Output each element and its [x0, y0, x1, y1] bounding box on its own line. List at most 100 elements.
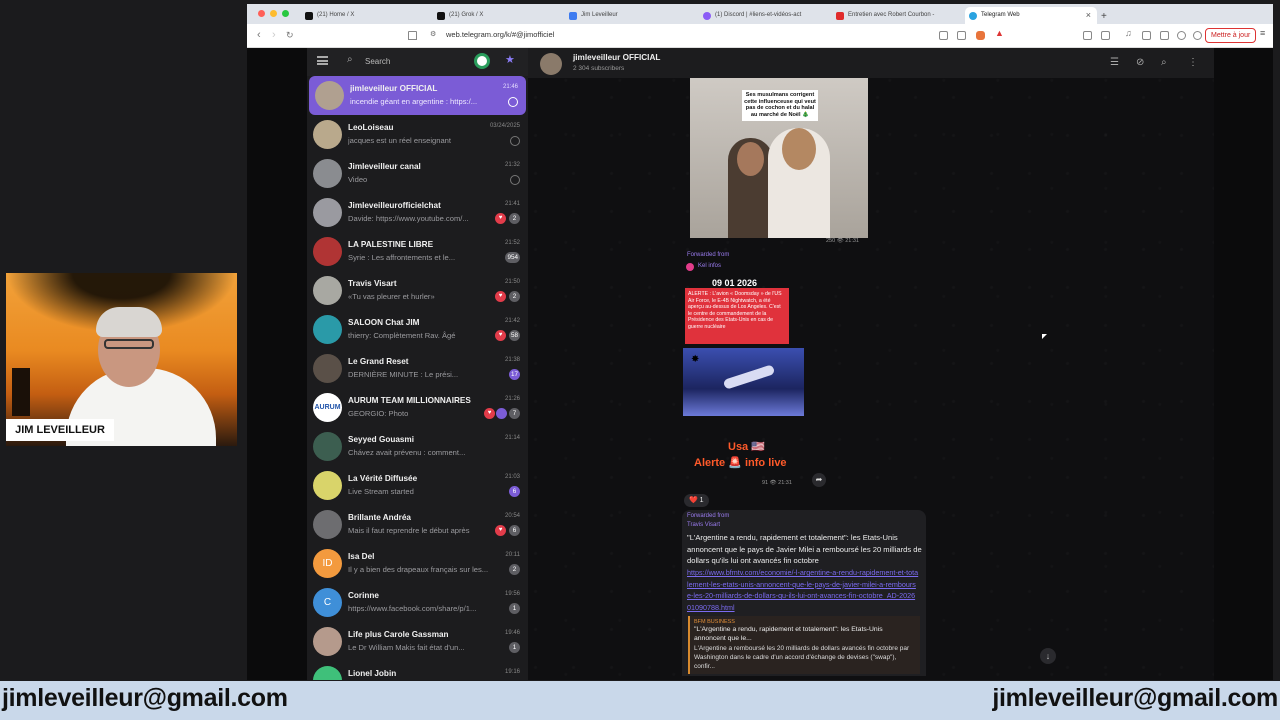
chat-item[interactable]: Seyyed Gouasmi Chávez avait prévenu : co… — [307, 427, 528, 466]
page-icon — [569, 12, 577, 20]
chat-item[interactable]: LA PALESTINE LIBRE Syrie : Les affrontem… — [307, 232, 528, 271]
chat-item[interactable]: Life plus Carole Gassman Le Dr William M… — [307, 622, 528, 661]
chat-item[interactable]: SALOON Chat JIM thierry: Complètement Ra… — [307, 310, 528, 349]
bookmark-icon[interactable] — [408, 31, 417, 40]
forwarded-source[interactable]: Kel infos — [698, 263, 721, 269]
unread-badge: 954 — [505, 252, 520, 263]
vpn-icon[interactable] — [1177, 31, 1186, 40]
avatar: ID — [313, 549, 342, 578]
mute-icon[interactable]: ⊘ — [1136, 57, 1144, 68]
cast-icon[interactable] — [939, 31, 948, 40]
share-page-icon[interactable] — [957, 31, 966, 40]
site-info-icon[interactable]: ⚙ — [430, 30, 439, 39]
chat-name: AURUM TEAM MILLIONNAIRES — [348, 396, 471, 405]
chat-item[interactable]: LeoLoiseau jacques est un réel enseignan… — [307, 115, 528, 154]
chat-time: 21:14 — [504, 435, 520, 441]
media-photo[interactable]: Ses musulmans corrigent cette influenceu… — [690, 78, 868, 238]
star-icon[interactable]: ★ — [505, 53, 515, 66]
chat-name: Travis Visart — [348, 279, 397, 288]
heart-icon: ♥ — [495, 213, 506, 224]
unread-badge: 6 — [509, 486, 520, 497]
chat-preview: Mais il faut reprendre le début après — [348, 526, 470, 535]
wallet-icon[interactable] — [1101, 31, 1110, 40]
reaction-chip[interactable]: ❤️ 1 — [684, 494, 709, 507]
avatar — [313, 510, 342, 539]
reader-icon[interactable] — [1142, 31, 1151, 40]
brave-rewards-icon[interactable]: ▲ — [995, 28, 1004, 38]
chat-item[interactable]: Brillante Andréa Mais il faut reprendre … — [307, 505, 528, 544]
chat-name: LA PALESTINE LIBRE — [348, 240, 434, 249]
chat-preview: DERNIÈRE MINUTE : Le prési... — [348, 370, 459, 379]
tab-telegram[interactable]: Telegram Web × — [965, 7, 1097, 24]
chat-item[interactable]: La Vérité Diffusée Live Stream started 2… — [307, 466, 528, 505]
chat-item[interactable]: Lionel Jobin 19:16 — [307, 661, 528, 680]
more-options-icon[interactable]: ⋮ — [1188, 57, 1198, 68]
story-icon[interactable] — [474, 53, 490, 69]
tab-grok[interactable]: (21) Grok / X — [433, 7, 565, 24]
forwarded-label: Forwarded from — [687, 252, 730, 258]
maximize-window-icon[interactable] — [282, 10, 289, 17]
chat-item[interactable]: Le Grand Reset DERNIÈRE MINUTE : Le prés… — [307, 349, 528, 388]
address-bar-row: ‹ › ↻ ⚙ web.telegram.org/k/#@jimofficiel… — [247, 24, 1273, 48]
preview-description: L'Argentine a remboursé les 20 milliards… — [694, 645, 910, 670]
usa-label: Usa 🇺🇸 — [728, 441, 765, 453]
search-icon[interactable]: ⌕ — [347, 54, 353, 65]
photo-person — [737, 142, 764, 176]
hamburger-menu-icon[interactable] — [317, 56, 328, 65]
tab-youtube[interactable]: Entretien avec Robert Courbon - — [832, 7, 964, 24]
tab-x-home[interactable]: (21) Home / X — [301, 7, 433, 24]
extension-icon[interactable] — [1083, 31, 1092, 40]
chat-preview: Syrie : Les affrontements et le... — [348, 253, 456, 262]
chat-header[interactable]: jimleveilleur OFFICIAL 2 304 subscribers… — [528, 48, 1214, 78]
url-field[interactable]: web.telegram.org/k/#@jimofficiel — [446, 30, 554, 39]
chat-name: Le Grand Reset — [348, 357, 409, 366]
menu-icon[interactable]: ≡ — [1260, 28, 1269, 38]
sidebar-icon[interactable] — [1160, 31, 1169, 40]
alert-text: ALERTE : L'avion « Doomsday » de l'US Ai… — [685, 288, 789, 344]
back-icon[interactable]: ‹ — [257, 29, 261, 41]
forward-icon[interactable]: › — [272, 29, 276, 41]
avatar — [313, 666, 342, 680]
tab-discord[interactable]: (1) Discord | #liens-et-vidéos-act — [699, 7, 831, 24]
reload-icon[interactable]: ↻ — [286, 30, 294, 41]
forwarded-source[interactable]: Travis Visart — [687, 522, 720, 528]
chat-time: 19:16 — [504, 669, 520, 675]
chat-item[interactable]: ID Isa Del Il y a bien des drapeaux fran… — [307, 544, 528, 583]
tab-label: Jim Leveilleur — [581, 12, 618, 18]
profile-icon[interactable] — [1193, 31, 1202, 40]
search-icon[interactable]: ⌕ — [1161, 57, 1167, 68]
message-link[interactable]: https://www.bfmtv.com/economie/-l-argent… — [687, 567, 919, 613]
chat-name: La Vérité Diffusée — [348, 474, 418, 483]
scroll-down-icon[interactable]: ↓ — [1040, 648, 1056, 664]
discussion-icon[interactable]: ☰ — [1110, 57, 1119, 68]
chat-item[interactable]: Travis Visart «Tu vas pleurer et hurler»… — [307, 271, 528, 310]
close-tab-icon[interactable]: × — [1086, 10, 1091, 20]
music-icon[interactable]: ♫ — [1125, 28, 1134, 38]
avatar — [313, 354, 342, 383]
close-window-icon[interactable] — [258, 10, 265, 17]
tab-jim-leveilleur[interactable]: Jim Leveilleur — [565, 7, 699, 24]
minimize-window-icon[interactable] — [270, 10, 277, 17]
link-preview[interactable]: BFM BUSINESS "L'Argentine a rendu, rapid… — [688, 616, 920, 674]
glasses-icon — [104, 339, 154, 349]
alert-live-label: Alerte 🚨 info live — [694, 457, 787, 469]
chat-item[interactable]: Jimleveilleurofficielchat Davide: https:… — [307, 193, 528, 232]
update-button[interactable]: Mettre à jour — [1205, 28, 1257, 43]
chat-item[interactable]: C Corinne https://www.facebook.com/share… — [307, 583, 528, 622]
channel-avatar[interactable] — [540, 53, 562, 75]
forward-share-icon[interactable]: ➦ — [812, 473, 826, 487]
chat-preview: incendie géant en argentine : https:/... — [350, 97, 478, 106]
chat-preview: https://www.facebook.com/share/p/1... — [348, 604, 477, 613]
media-video-thumbnail[interactable]: ✸ — [683, 348, 804, 416]
brave-shield-icon[interactable] — [976, 31, 985, 40]
new-tab-button[interactable]: + — [1097, 6, 1117, 23]
avatar — [313, 276, 342, 305]
preview-title: "L'Argentine a rendu, rapidement et tota… — [694, 626, 883, 642]
channel-title[interactable]: jimleveilleur OFFICIAL — [573, 53, 660, 62]
chat-item[interactable]: Jimleveilleur canal Video 21:32 — [307, 154, 528, 193]
chat-item[interactable]: AURUM AURUM TEAM MILLIONNAIRES GEORGIO: … — [307, 388, 528, 427]
chat-time: 20:11 — [505, 552, 520, 558]
search-input[interactable]: Search — [365, 57, 390, 66]
sidebar-header: ⌕ Search ★ — [307, 48, 528, 76]
chat-item[interactable]: jimleveilleur OFFICIAL incendie géant en… — [309, 76, 526, 115]
